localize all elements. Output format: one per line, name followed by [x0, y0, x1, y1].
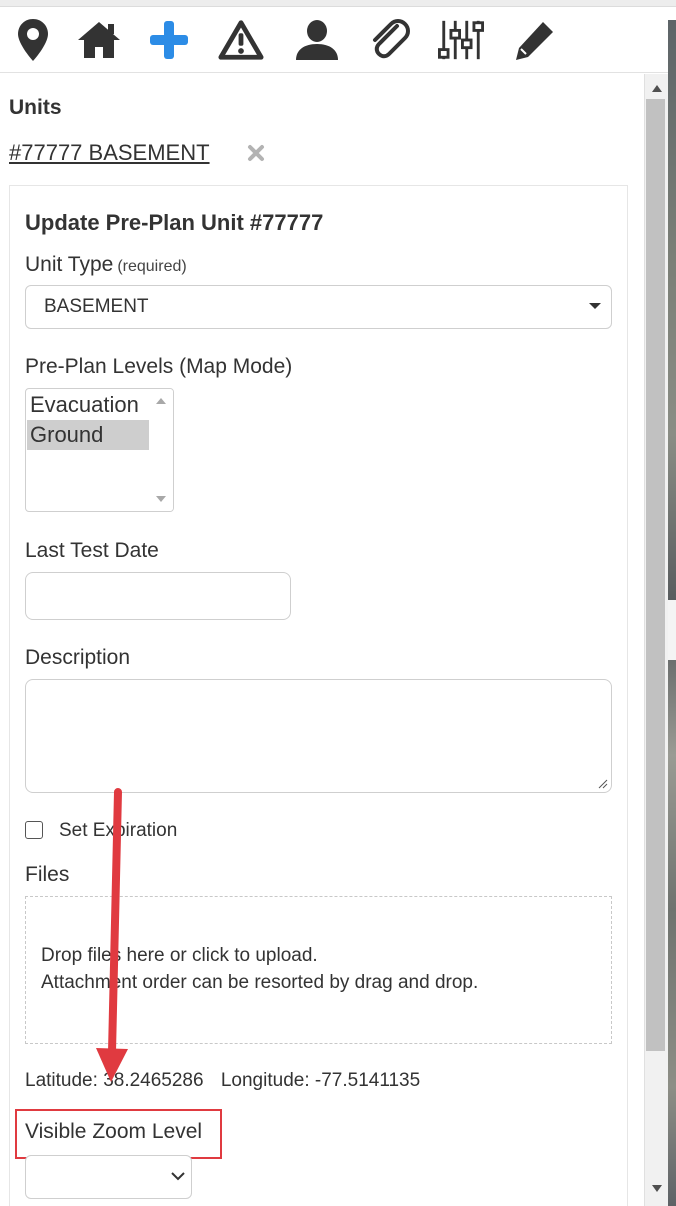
plus-icon[interactable]	[146, 17, 192, 63]
scroll-down-icon[interactable]	[645, 1178, 669, 1198]
listbox-scrollbar[interactable]	[149, 389, 173, 511]
home-icon[interactable]	[76, 17, 122, 63]
paperclip-icon[interactable]	[366, 17, 412, 63]
set-expiration-checkbox[interactable]	[25, 821, 43, 839]
longitude-label: Longitude:	[220, 1070, 310, 1091]
required-hint: (required)	[117, 258, 187, 275]
dropzone-note: Attachment order can be resorted by drag…	[41, 972, 479, 993]
file-dropzone[interactable]: Drop files here or click to upload. Atta…	[25, 896, 612, 1044]
map-view-gap	[668, 600, 676, 660]
level-option-ground[interactable]: Ground	[27, 420, 149, 450]
close-icon[interactable]	[244, 140, 268, 166]
description-label: Description	[25, 646, 131, 669]
scroll-up-icon[interactable]	[156, 398, 166, 404]
set-expiration-label[interactable]: Set Expiration	[59, 820, 177, 842]
resize-grip-icon[interactable]	[597, 778, 608, 789]
annotation-highlight-box	[15, 1109, 222, 1159]
levels-listbox[interactable]: Evacuation Ground	[25, 388, 174, 512]
form-title: Update Pre-Plan Unit #77777	[25, 210, 324, 235]
last-test-date-label: Last Test Date	[25, 539, 159, 562]
last-test-date-input[interactable]	[25, 572, 291, 620]
unit-type-label-text: Unit Type	[25, 253, 114, 276]
map-marker-icon[interactable]	[10, 17, 56, 63]
user-icon[interactable]	[294, 17, 340, 63]
levels-label: Pre-Plan Levels (Map Mode)	[25, 355, 293, 378]
zoom-level-select[interactable]	[25, 1155, 192, 1199]
dropzone-instruction: Drop files here or click to upload.	[41, 945, 318, 966]
selected-unit-link[interactable]: #77777 BASEMENT	[9, 140, 210, 166]
coordinates: Latitude: 38.2465286 Longitude: -77.5141…	[25, 1070, 420, 1092]
scroll-up-icon[interactable]	[645, 78, 669, 98]
warning-icon[interactable]	[218, 17, 264, 63]
side-panel: Units #77777 BASEMENT Update Pre-Plan Un…	[0, 74, 644, 1206]
panel-scrollbar[interactable]	[644, 74, 668, 1206]
files-label: Files	[25, 863, 70, 886]
toolbar	[0, 7, 668, 73]
window-top-strip	[0, 0, 676, 7]
unit-type-select[interactable]: BASEMENT	[25, 285, 612, 329]
longitude-value: -77.5141135	[314, 1070, 421, 1091]
description-textarea[interactable]	[25, 679, 612, 793]
pencil-icon[interactable]	[512, 17, 558, 63]
scroll-down-icon[interactable]	[156, 496, 166, 502]
chevron-down-icon	[171, 1172, 185, 1181]
chevron-down-icon	[589, 303, 601, 309]
unit-type-label: Unit Type (required)	[25, 253, 187, 277]
latitude-value: 38.2465286	[103, 1070, 204, 1091]
level-option-evacuation[interactable]: Evacuation	[27, 390, 149, 420]
latitude-label: Latitude:	[25, 1070, 98, 1091]
unit-type-value: BASEMENT	[44, 296, 149, 317]
scroll-thumb[interactable]	[646, 99, 665, 1051]
units-heading: Units	[9, 96, 62, 119]
sliders-icon[interactable]	[438, 17, 484, 63]
